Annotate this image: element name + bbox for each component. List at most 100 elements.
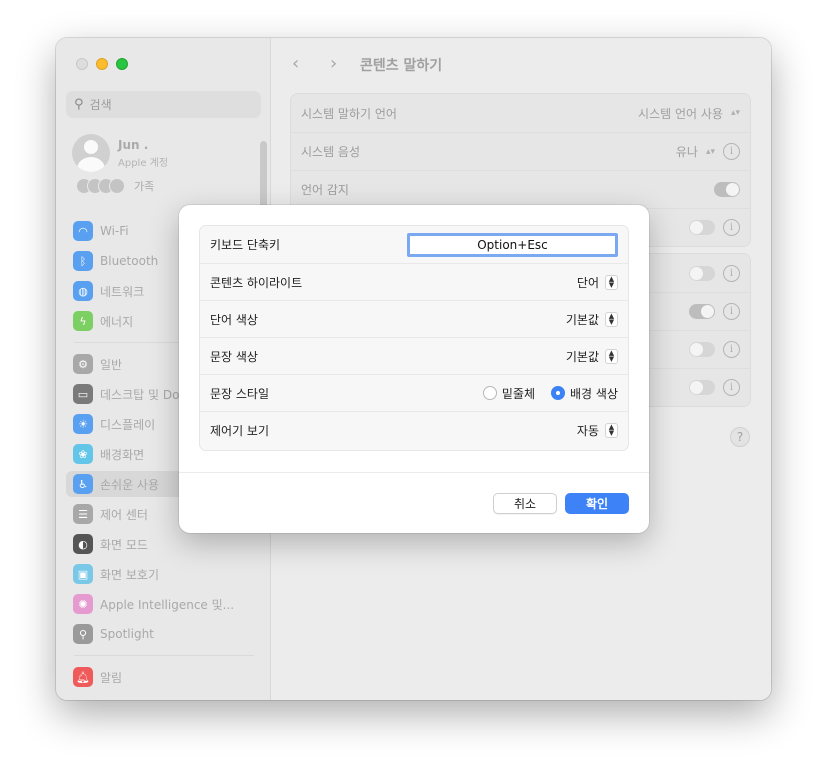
dialog-row: 키보드 단축키 Option+Esc [200, 226, 628, 263]
popup-value: 단어 [576, 275, 599, 290]
family-label: 가족 [134, 180, 155, 193]
radio-label: 배경 색상 [570, 386, 618, 401]
popup-value: 기본값 [565, 312, 599, 327]
row-label: 언어 감지 [301, 183, 349, 197]
zoom-window-button[interactable] [116, 58, 128, 70]
page-title: 콘텐츠 말하기 [360, 58, 443, 74]
setting-toggle[interactable] [689, 342, 715, 357]
minimize-window-button[interactable] [96, 58, 108, 70]
system-voice-popup[interactable]: 유나 [676, 143, 698, 160]
chevron-updown-icon: ▲ ▼ [605, 311, 618, 327]
word-color-label: 단어 색상 [210, 312, 258, 327]
spotlight-icon: ⚲ [73, 624, 93, 644]
ok-button[interactable]: 확인 [565, 493, 629, 514]
sun-icon: ☀ [73, 414, 93, 434]
sentence-color-popup[interactable]: 기본값 ▲ ▼ [566, 348, 618, 365]
info-icon[interactable]: i [723, 379, 740, 396]
avatar [72, 134, 110, 172]
forward-button[interactable]: › [330, 53, 337, 74]
sidebar-item-notifications[interactable]: 🔔︎ 알림 [66, 664, 261, 690]
help-button[interactable]: ? [730, 427, 750, 447]
background-color-radio[interactable]: 배경 색상 [551, 385, 618, 402]
appearance-icon: ◐ [73, 534, 93, 554]
account-item[interactable]: Jun . Apple 계정 [72, 133, 168, 173]
sidebar-item-appearance[interactable]: ◐ 화면 모드 [66, 531, 261, 557]
search-icon: ⚲ [74, 97, 84, 112]
setting-toggle[interactable] [689, 380, 715, 395]
chevron-updown-icon: ▴▾ [705, 146, 715, 157]
underline-radio[interactable]: 밑줄체 [482, 385, 536, 402]
wifi-icon: ◠ [73, 221, 93, 241]
radio-button-selected [551, 386, 566, 400]
info-icon[interactable]: i [723, 341, 740, 358]
dialog-divider [179, 472, 649, 473]
dialog-row: 단어 색상 기본값 ▲ ▼ [200, 300, 628, 337]
cancel-button[interactable]: 취소 [493, 493, 557, 514]
detect-language-toggle[interactable] [714, 182, 740, 197]
dialog-row: 문장 스타일 밑줄체 배경 색상 [200, 374, 628, 411]
show-controller-label: 제어기 보기 [210, 423, 270, 438]
sidebar-item-label: 에너지 [100, 314, 134, 329]
globe-icon: ◍ [73, 281, 93, 301]
sidebar-item-label: 제어 센터 [100, 507, 148, 522]
accessibility-icon: ♿ [73, 474, 93, 494]
sidebar-item-label: Spotlight [100, 627, 154, 641]
popup-value: 기본값 [565, 349, 599, 364]
radio-label: 밑줄체 [501, 386, 536, 401]
keyboard-shortcut-label: 키보드 단축키 [210, 238, 281, 252]
word-color-popup[interactable]: 기본값 ▲ ▼ [566, 311, 618, 328]
search-input[interactable]: ⚲ 검색 [66, 91, 261, 118]
row-label: 시스템 음성 [301, 145, 361, 159]
sidebar-item-label: Bluetooth [100, 254, 159, 268]
dialog-row: 제어기 보기 자동 ▲ ▼ [200, 411, 628, 448]
info-icon[interactable]: i [723, 303, 740, 320]
sidebar-item-label: 손쉬운 사용 [100, 477, 160, 492]
sidebar-item-label: 배경화면 [100, 447, 145, 462]
sentence-style-label: 문장 스타일 [210, 386, 270, 401]
content-speech-dialog: 키보드 단축키 Option+Esc 콘텐츠 하이라이트 단어 ▲ ▼ 단어 색상… [179, 205, 649, 533]
setting-toggle[interactable] [689, 220, 715, 235]
info-icon[interactable]: i [723, 264, 740, 282]
sentence-color-label: 문장 색상 [210, 349, 258, 364]
sidebar-item-label: 화면 모드 [100, 537, 148, 552]
info-icon[interactable]: i [723, 219, 740, 236]
chevron-updown-icon: ▲ ▼ [605, 348, 618, 364]
highlight-popup[interactable]: 단어 ▲ ▼ [577, 274, 618, 291]
account-name: Jun . [118, 137, 149, 152]
close-window-button[interactable] [76, 58, 88, 70]
family-item[interactable]: 가족 [76, 178, 154, 194]
sidebar-item-label: 디스플레이 [100, 417, 156, 432]
system-language-popup[interactable]: 시스템 언어 사용 [638, 105, 723, 122]
sidebar-item-spotlight[interactable]: ⚲ Spotlight [66, 621, 261, 647]
search-placeholder: 검색 [89, 98, 112, 112]
sidebar-item-label: 일반 [100, 357, 123, 372]
info-icon[interactable]: i [723, 143, 740, 160]
dock-icon: ▭ [73, 384, 93, 404]
sidebar-divider [74, 655, 254, 656]
screensaver-icon: ▣ [73, 564, 93, 584]
show-controller-popup[interactable]: 자동 ▲ ▼ [577, 422, 618, 439]
back-button[interactable]: ‹ [292, 53, 299, 74]
settings-row: 시스템 말하기 언어 시스템 언어 사용 ▴▾ [291, 94, 750, 132]
sidebar-item-label: Wi-Fi [100, 224, 129, 238]
bolt-icon: ϟ [73, 311, 93, 331]
chevron-updown-icon: ▲ ▼ [605, 422, 618, 438]
sidebar-item-screensaver[interactable]: ▣ 화면 보호기 [66, 561, 261, 587]
bell-icon: 🔔︎ [73, 667, 93, 687]
keyboard-shortcut-field[interactable]: Option+Esc [407, 232, 618, 257]
gear-icon: ⚙ [73, 354, 93, 374]
setting-toggle[interactable] [689, 265, 715, 281]
account-subtitle: Apple 계정 [118, 157, 169, 169]
sidebar-item-label: Apple Intelligence 및... [100, 597, 235, 612]
sidebar-item-label: 네트워크 [100, 284, 145, 299]
settings-row: 시스템 음성 유나 ▴▾ i [291, 132, 750, 170]
setting-toggle[interactable] [689, 304, 715, 319]
highlight-label: 콘텐츠 하이라이트 [210, 275, 303, 290]
sidebar-item-apple-intelligence[interactable]: ✺ Apple Intelligence 및... [66, 591, 261, 617]
intelligence-icon: ✺ [73, 594, 93, 614]
family-avatar [109, 178, 125, 194]
chevron-updown-icon: ▲ ▼ [605, 274, 618, 290]
row-label: 시스템 말하기 언어 [301, 106, 397, 121]
bluetooth-icon: ᛒ [73, 251, 93, 271]
radio-button [482, 386, 497, 400]
